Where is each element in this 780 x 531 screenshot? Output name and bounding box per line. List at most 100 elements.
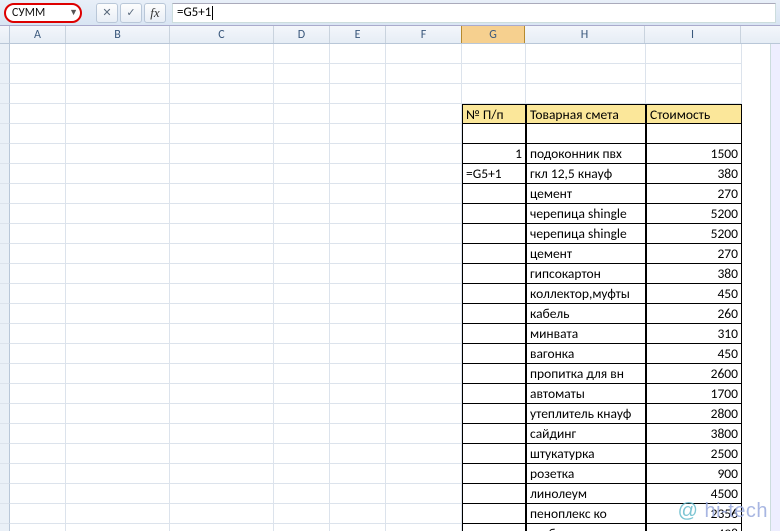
cost-cell[interactable]: 270 bbox=[646, 184, 742, 204]
cell[interactable] bbox=[462, 84, 526, 104]
row-header[interactable] bbox=[0, 264, 10, 284]
cell[interactable] bbox=[10, 64, 66, 84]
vertical-scrollbar[interactable] bbox=[770, 44, 780, 531]
numbering-cell[interactable] bbox=[462, 424, 526, 444]
table-header-cell[interactable]: Товарная смета bbox=[526, 104, 646, 124]
cost-cell[interactable]: 2600 bbox=[646, 364, 742, 384]
cell[interactable] bbox=[66, 424, 170, 444]
cell[interactable] bbox=[10, 464, 66, 484]
cost-cell[interactable]: 450 bbox=[646, 284, 742, 304]
item-name-cell[interactable]: коллектор,муфты bbox=[526, 284, 646, 304]
cell[interactable] bbox=[330, 244, 386, 264]
numbering-cell[interactable] bbox=[462, 384, 526, 404]
row-header[interactable] bbox=[0, 464, 10, 484]
table-header-cell[interactable]: Стоимость bbox=[646, 104, 742, 124]
chevron-down-icon[interactable]: ▼ bbox=[69, 7, 78, 18]
cell[interactable] bbox=[646, 84, 742, 104]
cost-cell[interactable]: 4500 bbox=[646, 484, 742, 504]
cell[interactable] bbox=[66, 284, 170, 304]
cell[interactable] bbox=[330, 264, 386, 284]
item-name-cell[interactable]: сайдинг bbox=[526, 424, 646, 444]
cell[interactable] bbox=[10, 144, 66, 164]
numbering-cell[interactable] bbox=[462, 224, 526, 244]
cell[interactable] bbox=[274, 444, 330, 464]
numbering-cell[interactable] bbox=[462, 404, 526, 424]
cell[interactable] bbox=[10, 364, 66, 384]
cell[interactable] bbox=[274, 464, 330, 484]
cell[interactable] bbox=[10, 184, 66, 204]
cell[interactable] bbox=[330, 384, 386, 404]
cell[interactable] bbox=[66, 504, 170, 524]
cell[interactable] bbox=[386, 244, 462, 264]
item-name-cell[interactable]: черепица shingle bbox=[526, 204, 646, 224]
cell[interactable] bbox=[10, 444, 66, 464]
cell[interactable] bbox=[274, 404, 330, 424]
cell[interactable] bbox=[170, 344, 274, 364]
cell[interactable] bbox=[170, 424, 274, 444]
cell[interactable] bbox=[66, 184, 170, 204]
cell[interactable] bbox=[66, 244, 170, 264]
cell[interactable] bbox=[170, 44, 274, 64]
cell[interactable] bbox=[170, 224, 274, 244]
cell[interactable] bbox=[66, 204, 170, 224]
cost-cell[interactable]: 380 bbox=[646, 164, 742, 184]
cell[interactable] bbox=[274, 264, 330, 284]
numbering-cell[interactable] bbox=[462, 264, 526, 284]
item-name-cell[interactable]: пеноплекс ко bbox=[526, 504, 646, 524]
item-name-cell[interactable]: утеплитель кнауф bbox=[526, 404, 646, 424]
cell[interactable] bbox=[274, 84, 330, 104]
item-name-cell[interactable]: подоконник пвх bbox=[526, 144, 646, 164]
cell[interactable] bbox=[170, 464, 274, 484]
cost-cell[interactable]: 310 bbox=[646, 324, 742, 344]
cell[interactable] bbox=[386, 144, 462, 164]
col-header-B[interactable]: B bbox=[66, 26, 170, 43]
row-header[interactable] bbox=[0, 524, 10, 531]
cell[interactable] bbox=[170, 84, 274, 104]
cell[interactable] bbox=[386, 424, 462, 444]
item-name-cell[interactable]: труба bbox=[526, 524, 646, 531]
cell[interactable] bbox=[170, 484, 274, 504]
cell[interactable] bbox=[274, 224, 330, 244]
cell[interactable] bbox=[330, 524, 386, 531]
numbering-cell[interactable] bbox=[462, 184, 526, 204]
cell[interactable] bbox=[10, 324, 66, 344]
cell[interactable] bbox=[66, 524, 170, 531]
row-header[interactable] bbox=[0, 224, 10, 244]
cell[interactable] bbox=[330, 404, 386, 424]
cell[interactable] bbox=[526, 64, 646, 84]
row-header[interactable] bbox=[0, 304, 10, 324]
cell[interactable] bbox=[10, 424, 66, 444]
col-header-I[interactable]: I bbox=[645, 26, 741, 43]
cell[interactable] bbox=[386, 284, 462, 304]
numbering-cell[interactable] bbox=[462, 284, 526, 304]
cell[interactable] bbox=[170, 284, 274, 304]
cell[interactable] bbox=[66, 164, 170, 184]
cell[interactable] bbox=[646, 64, 742, 84]
enter-button[interactable]: ✓ bbox=[120, 3, 142, 23]
cell[interactable] bbox=[462, 64, 526, 84]
cell[interactable] bbox=[66, 44, 170, 64]
cell[interactable] bbox=[66, 444, 170, 464]
cell[interactable] bbox=[386, 384, 462, 404]
cell[interactable] bbox=[330, 144, 386, 164]
cancel-button[interactable]: ✕ bbox=[96, 3, 118, 23]
numbering-cell[interactable] bbox=[462, 364, 526, 384]
item-name-cell[interactable]: кабель bbox=[526, 304, 646, 324]
col-header-H[interactable]: H bbox=[525, 26, 645, 43]
cell[interactable] bbox=[66, 324, 170, 344]
cell[interactable] bbox=[386, 524, 462, 531]
cell[interactable] bbox=[274, 64, 330, 84]
item-name-cell[interactable]: черепица shingle bbox=[526, 224, 646, 244]
select-all-corner[interactable] bbox=[0, 26, 10, 43]
cell[interactable] bbox=[330, 84, 386, 104]
cell[interactable] bbox=[66, 464, 170, 484]
cell[interactable] bbox=[386, 224, 462, 244]
row-header[interactable] bbox=[0, 424, 10, 444]
cost-cell[interactable]: 5200 bbox=[646, 204, 742, 224]
cell[interactable] bbox=[386, 324, 462, 344]
cell[interactable] bbox=[330, 444, 386, 464]
cell[interactable] bbox=[10, 284, 66, 304]
row-header[interactable] bbox=[0, 384, 10, 404]
cost-cell[interactable]: 1500 bbox=[646, 144, 742, 164]
cell[interactable] bbox=[10, 44, 66, 64]
